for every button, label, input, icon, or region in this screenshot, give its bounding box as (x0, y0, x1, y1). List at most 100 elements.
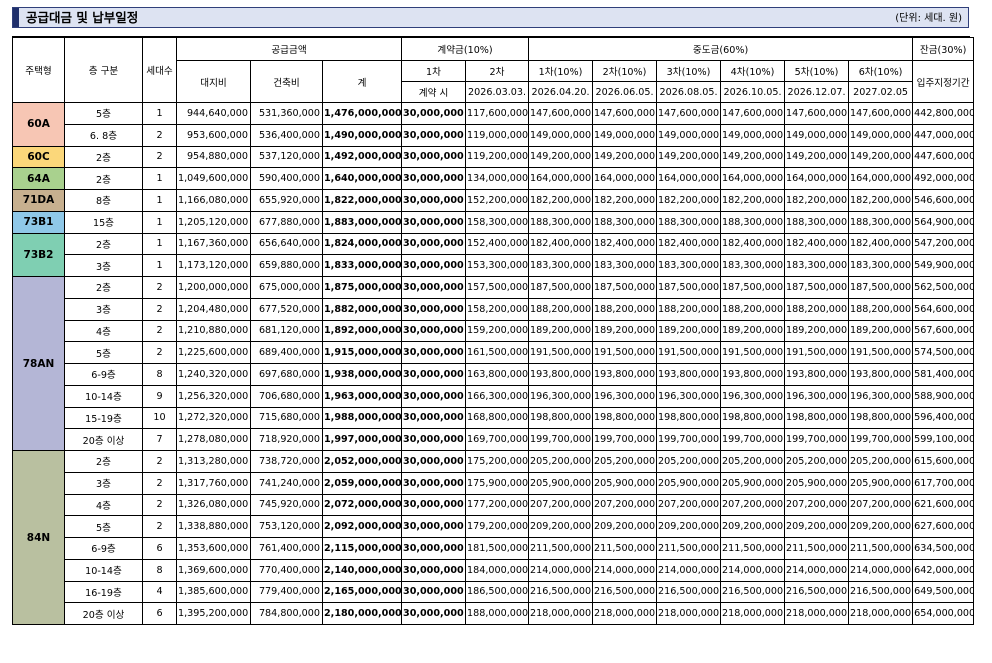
middle-5-cell: 182,400,000 (784, 232, 850, 256)
table-row: 20층 이상 7 1,278,080,000 718,920,000 1,997,000… (13, 428, 975, 451)
count-cell: 1 (142, 254, 177, 277)
middle-3-cell: 216,500,000 (656, 580, 722, 604)
building-price-cell: 681,120,000 (250, 319, 323, 343)
deposit-2-cell: 179,200,000 (465, 515, 530, 538)
count-cell: 1 (142, 189, 177, 212)
balance-cell: 617,700,000 (912, 471, 975, 495)
building-price-cell: 656,640,000 (250, 232, 323, 256)
deposit-2-cell: 161,500,000 (465, 341, 530, 364)
count-cell: 6 (142, 602, 177, 625)
header-dep2: 2차 (465, 60, 530, 82)
count-cell: 4 (142, 580, 177, 604)
balance-cell: 547,200,000 (912, 232, 975, 256)
land-price-cell: 1,240,320,000 (176, 363, 251, 386)
floor-cell: 2층 (64, 450, 143, 473)
total-price-cell: 1,915,000,000 (321, 341, 403, 364)
total-price-cell: 2,052,000,000 (321, 450, 403, 473)
deposit-1-cell: 30,000,000 (401, 167, 467, 190)
total-price-cell: 1,988,000,000 (321, 406, 403, 430)
balance-cell: 642,000,000 (912, 558, 975, 582)
count-cell: 2 (142, 297, 177, 321)
balance-cell: 649,500,000 (912, 580, 975, 604)
total-price-cell: 1,938,000,000 (321, 363, 403, 386)
unit-type-cell: 73B2 (12, 232, 65, 277)
middle-4-cell: 188,200,000 (720, 297, 786, 321)
balance-cell: 549,900,000 (912, 254, 975, 277)
floor-cell: 6-9층 (64, 537, 143, 560)
count-cell: 2 (142, 471, 177, 495)
middle-4-cell: 205,200,000 (720, 450, 786, 473)
middle-5-cell: 198,800,000 (784, 406, 850, 430)
land-price-cell: 953,600,000 (176, 123, 251, 147)
unit-type-cell: 64A (12, 167, 65, 190)
middle-3-cell: 188,300,000 (656, 210, 722, 234)
middle-4-cell: 149,200,000 (720, 145, 786, 169)
middle-6-cell: 147,600,000 (848, 102, 914, 125)
total-price-cell: 1,882,000,000 (321, 297, 403, 321)
total-price-cell: 1,490,000,000 (321, 123, 403, 147)
deposit-1-cell: 30,000,000 (401, 123, 467, 147)
count-cell: 7 (142, 428, 177, 451)
count-cell: 8 (142, 558, 177, 582)
middle-3-cell: 149,200,000 (656, 145, 722, 169)
middle-2-cell: 147,600,000 (592, 102, 658, 125)
middle-5-cell: 188,300,000 (784, 210, 850, 234)
building-price-cell: 706,680,000 (250, 384, 323, 408)
total-price-cell: 1,892,000,000 (321, 319, 403, 343)
middle-5-cell: 218,000,000 (784, 602, 850, 625)
deposit-1-cell: 30,000,000 (401, 428, 467, 451)
count-cell: 10 (142, 406, 177, 430)
table-row: 5층 2 1,338,880,000 753,120,000 2,092,000,000… (13, 515, 975, 538)
balance-cell: 564,900,000 (912, 210, 975, 234)
count-cell: 1 (142, 232, 177, 256)
floor-cell: 10-14층 (64, 384, 143, 408)
middle-3-cell: 189,200,000 (656, 319, 722, 343)
title-accent-bar (13, 8, 19, 27)
table-row: 60C 2층 2 954,880,000 537,120,000 1,492,000,00… (12, 145, 975, 169)
deposit-2-cell: 188,000,000 (465, 602, 530, 625)
middle-3-cell: 182,200,000 (656, 189, 722, 212)
unit-type-cell: 84N (12, 450, 65, 625)
middle-6-cell: 149,000,000 (848, 123, 914, 147)
deposit-1-cell: 30,000,000 (401, 276, 467, 299)
middle-2-cell: 216,500,000 (592, 580, 658, 604)
total-price-cell: 1,824,000,000 (321, 232, 403, 256)
total-price-cell: 1,833,000,000 (321, 254, 403, 277)
building-price-cell: 689,400,000 (250, 341, 323, 364)
middle-1-cell: 209,200,000 (528, 515, 594, 538)
building-price-cell: 718,920,000 (250, 428, 323, 451)
deposit-2-cell: 117,600,000 (465, 102, 530, 125)
middle-2-cell: 149,000,000 (592, 123, 658, 147)
building-price-cell: 784,800,000 (250, 602, 323, 625)
deposit-2-cell: 175,900,000 (465, 471, 530, 495)
land-price-cell: 1,353,600,000 (176, 537, 251, 560)
middle-6-cell: 196,300,000 (848, 384, 914, 408)
floor-cell: 5층 (64, 515, 143, 538)
land-price-cell: 1,395,200,000 (176, 602, 251, 625)
middle-5-cell: 196,300,000 (784, 384, 850, 408)
deposit-1-cell: 30,000,000 (401, 102, 467, 125)
middle-2-cell: 164,000,000 (592, 167, 658, 190)
floor-cell: 5층 (64, 341, 143, 364)
land-price-cell: 944,640,000 (176, 102, 251, 125)
middle-4-cell: 189,200,000 (720, 319, 786, 343)
deposit-2-cell: 158,200,000 (465, 297, 530, 321)
land-price-cell: 954,880,000 (176, 145, 251, 169)
header-dep1: 1차 (401, 60, 467, 82)
land-price-cell: 1,167,360,000 (176, 232, 251, 256)
deposit-2-cell: 169,700,000 (465, 428, 530, 451)
unit-note: (단위: 세대. 원) (895, 13, 962, 24)
middle-5-cell: 183,300,000 (784, 254, 850, 277)
middle-2-cell: 187,500,000 (592, 276, 658, 299)
payment-schedule-table: 주택형 층 구분 세대수 공급금액 계약금(10%) 중도금(60%) 잔금(3… (12, 37, 975, 625)
deposit-1-cell: 30,000,000 (401, 602, 467, 625)
middle-1-cell: 198,800,000 (528, 406, 594, 430)
header-mid-6: 6차(10%) (848, 60, 914, 82)
header-mid-4-date: 2026.10.05. (720, 81, 786, 103)
table-row: 20층 이상 6 1,395,200,000 784,800,000 2,180,000… (13, 602, 975, 625)
deposit-1-cell: 30,000,000 (401, 145, 467, 169)
total-price-cell: 1,476,000,000 (321, 102, 403, 125)
middle-3-cell: 188,200,000 (656, 297, 722, 321)
balance-cell: 546,600,000 (912, 189, 975, 212)
unit-type-cell: 60C (12, 145, 65, 169)
